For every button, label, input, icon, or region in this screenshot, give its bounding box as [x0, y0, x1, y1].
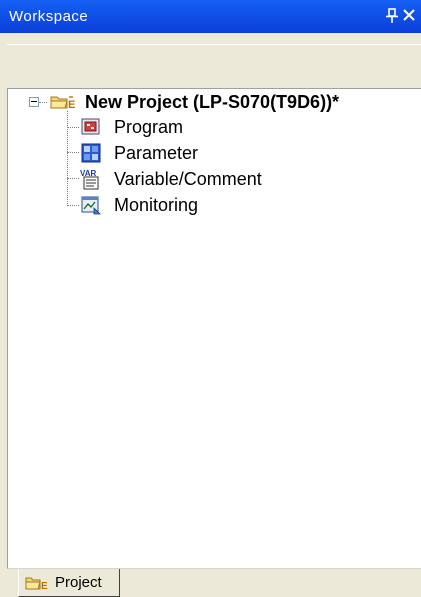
- workspace-title: Workspace: [9, 8, 89, 25]
- tree-item-parameter[interactable]: Parameter: [80, 141, 198, 165]
- monitoring-icon: [80, 194, 102, 216]
- tree-connector: [39, 102, 47, 103]
- close-icon[interactable]: [401, 6, 417, 24]
- tree-connector: [67, 178, 79, 179]
- parameter-icon: [80, 142, 102, 164]
- tree-connector: [67, 127, 79, 128]
- tree-item-label: Variable/Comment: [114, 168, 262, 189]
- program-icon: [80, 116, 102, 138]
- tree-item-monitoring[interactable]: Monitoring: [80, 193, 198, 217]
- workspace-tabstrip: E Project: [0, 569, 421, 597]
- tree-item-label: Parameter: [114, 142, 199, 163]
- tree-collapse-toggle[interactable]: [29, 97, 39, 107]
- workspace-titlebar: Workspace: [0, 0, 421, 33]
- tree-connector: [67, 111, 68, 206]
- tree-root-project[interactable]: E New Project (LP-S070(T9D6))*: [50, 90, 339, 114]
- variable-comment-icon: VAR: [80, 168, 102, 190]
- workspace-toolbar-area: [7, 44, 421, 89]
- tab-project[interactable]: E Project: [18, 569, 120, 597]
- tree-item-variable-comment[interactable]: VAR Variable/Comment: [80, 167, 262, 191]
- project-folder-icon: E: [25, 575, 51, 592]
- tree-item-program[interactable]: Program: [80, 115, 183, 139]
- pin-icon[interactable]: [385, 8, 399, 24]
- svg-text:E: E: [68, 99, 75, 111]
- tree-root-label: New Project (LP-S070(T9D6))*: [85, 91, 340, 112]
- project-tree[interactable]: [7, 88, 421, 569]
- tab-project-label: Project: [55, 574, 102, 591]
- tree-item-label: Monitoring: [114, 194, 199, 215]
- project-folder-icon: E: [50, 93, 79, 111]
- svg-text:E: E: [41, 581, 48, 591]
- tree-connector: [67, 205, 79, 206]
- tree-connector: [67, 152, 79, 153]
- tree-item-label: Program: [114, 116, 184, 137]
